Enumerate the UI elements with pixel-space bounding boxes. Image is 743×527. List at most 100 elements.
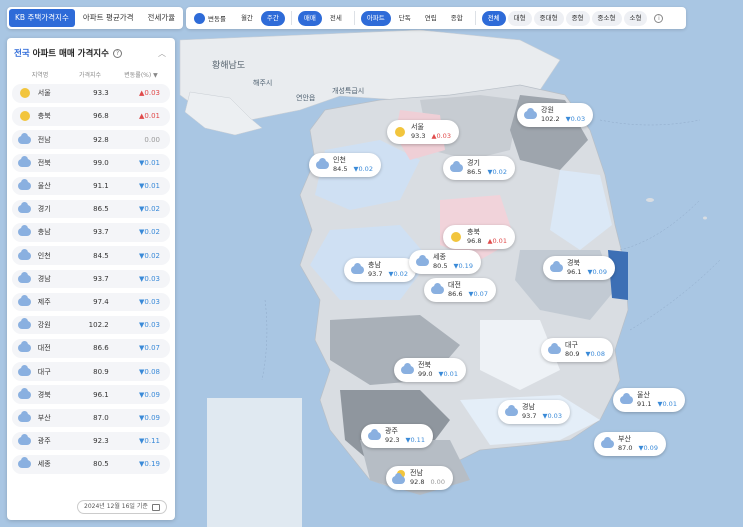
map-bubble[interactable]: 경기 86.5 ▼0.02 [443,156,515,180]
cloud-icon [18,410,32,422]
bubble-change: ▼0.09 [638,444,658,452]
panel-region[interactable]: 전국 [14,47,30,59]
map-bubble[interactable]: 강원 102.2 ▼0.03 [517,103,594,127]
date-selector[interactable]: 2024년 12월 16일 기준 [77,500,167,514]
tab-2[interactable]: 전세가율 [142,9,182,27]
panel-title-text: 아파트 매매 가격지수 [32,49,109,59]
region-row[interactable]: 경기 86.5 ▼0.02 [12,199,170,219]
filter-housing-1[interactable]: 단독 [393,11,417,26]
filter-housing-0[interactable]: 아파트 [360,10,391,26]
cloud-icon [18,248,32,260]
panel-title: 전국 아파트 매매 가격지수 ? ︿ [12,44,170,62]
filter-size-3[interactable]: 중형 [565,10,590,26]
map-bubble[interactable]: 전북 99.0 ▼0.01 [394,358,466,382]
cloud-icon [449,161,463,172]
tab-1[interactable]: 아파트 평균가격 [77,9,140,27]
row-icon-wrap [18,202,32,214]
row-icon-wrap [18,111,32,122]
region-index: 80.5 [93,460,109,469]
bubble-index: 93.3 [411,132,426,140]
bubble-change: ▼0.09 [587,268,607,276]
filter-size-0[interactable]: 전체 [481,10,506,26]
chevron-up-icon[interactable]: ︿ [158,48,166,59]
region-row[interactable]: 서울 93.3 ▲0.03 [12,84,170,103]
bubble-index: 84.5 [333,165,348,173]
change-rate-toggle[interactable]: 변동률 [194,12,226,24]
region-row[interactable]: 전남 92.8 0.00 [12,130,170,149]
map-label-haeju: 해주시 [253,79,273,87]
index-panel: 전국 아파트 매매 가격지수 ? ︿ 지역명 가격지수 변동률(%) ▼ 서울 9… [7,38,175,520]
header-change[interactable]: 변동률(%) ▼ [112,70,170,79]
filter-size-4[interactable]: 중소형 [591,10,622,26]
bubble-text: 인천 84.5 ▼0.02 [333,156,373,174]
filter-housing-3[interactable]: 종합 [445,11,469,26]
tab-0[interactable]: KB 주택가격지수 [9,9,75,27]
cloud-icon [415,255,429,266]
region-row[interactable]: 전북 99.0 ▼0.01 [12,153,170,173]
map-bubble[interactable]: 광주 92.3 ▼0.11 [361,424,433,448]
filter-size-5[interactable]: 소형 [623,10,648,26]
region-row[interactable]: 강원 102.2 ▼0.03 [12,315,170,335]
divider [353,11,355,25]
map-bubble[interactable]: 부산 87.0 ▼0.09 [594,432,666,456]
map-bubble[interactable]: 충남 93.7 ▼0.02 [344,258,416,282]
map-bubble[interactable]: 인천 84.5 ▼0.02 [309,153,381,177]
region-name: 강원 [37,321,51,330]
filter-trade-0[interactable]: 매매 [297,10,322,26]
region-row[interactable]: 경북 96.1 ▼0.09 [12,385,170,404]
bubble-change: ▼0.19 [453,262,473,270]
bubble-icon-wrap [400,363,414,374]
filter-period-0[interactable]: 월간 [235,11,259,26]
sun-icon [19,88,30,99]
help-icon[interactable]: ? [112,48,122,58]
bubble-icon-wrap [392,470,406,484]
cloud-icon [430,283,444,294]
region-row[interactable]: 울산 91.1 ▼0.01 [12,176,170,196]
cloud-icon [18,179,32,190]
info-icon[interactable]: i [654,13,664,23]
region-row[interactable]: 광주 92.3 ▼0.11 [12,431,170,451]
filter-trade-1[interactable]: 전세 [324,11,348,26]
bubble-change: ▼0.03 [565,115,586,123]
region-row[interactable]: 제주 97.4 ▼0.03 [12,292,170,312]
cloud-icon [18,155,32,167]
calendar-icon [151,503,160,511]
map-bubble[interactable]: 충북 96.8 ▲0.01 [443,225,515,249]
region-row[interactable]: 인천 84.5 ▼0.02 [12,246,170,265]
cloud-icon [600,437,614,448]
region-change: ▼0.02 [139,205,160,214]
bubble-values: 80.5 ▼0.19 [433,262,473,271]
bubble-text: 부산 87.0 ▼0.09 [618,435,658,453]
region-row[interactable]: 충남 93.7 ▼0.02 [12,223,170,242]
sun-icon [451,232,461,242]
region-list: 서울 93.3 ▲0.03 충북 96.8 ▲0.01 전남 92.8 0.00 전북 99.0 ▼0… [12,84,170,474]
filter-size-2[interactable]: 중대형 [533,10,564,26]
map-bubble[interactable]: 대구 80.9 ▼0.08 [541,338,613,362]
map-bubble[interactable]: 서울 93.3 ▲0.03 [387,120,459,144]
region-change: ▼0.09 [139,390,160,399]
bubble-icon-wrap [619,393,633,404]
map-bubble[interactable]: 세종 80.5 ▼0.19 [409,250,481,274]
filter-size-1[interactable]: 대형 [507,10,532,26]
region-change: ▲0.01 [139,112,160,121]
region-row[interactable]: 대전 86.6 ▼0.07 [12,339,170,358]
bubble-region: 세종 [433,253,446,261]
map-bubble[interactable]: 전남 92.8 0.00 [386,466,453,490]
cloud-icon [523,108,537,119]
region-row[interactable]: 부산 87.0 ▼0.09 [12,408,170,428]
cloud-icon [18,202,32,214]
region-row[interactable]: 경남 93.7 ▼0.03 [12,269,170,288]
bubble-region: 울산 [637,391,650,399]
map-bubble[interactable]: 경북 96.1 ▼0.09 [543,256,615,280]
region-row[interactable]: 충북 96.8 ▲0.01 [12,107,170,126]
bubble-change: ▼0.02 [487,168,507,176]
map-bubble[interactable]: 울산 91.1 ▼0.01 [613,388,685,412]
bubble-icon-wrap [350,263,364,274]
map-bubble[interactable]: 대전 86.6 ▼0.07 [424,278,496,302]
filter-housing-2[interactable]: 연립 [419,11,443,26]
region-row[interactable]: 세종 80.5 ▼0.19 [12,455,170,474]
region-row[interactable]: 대구 80.9 ▼0.08 [12,362,170,381]
filter-period-1[interactable]: 주간 [260,10,285,26]
header-index: 가격지수 [78,71,102,79]
map-bubble[interactable]: 경남 93.7 ▼0.03 [498,400,570,424]
